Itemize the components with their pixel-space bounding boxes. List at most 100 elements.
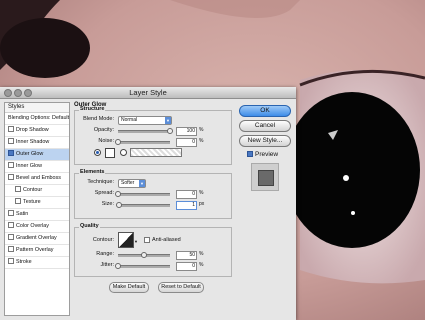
color-overlay-checkbox[interactable] xyxy=(8,222,14,228)
sidebar-item-bevel-emboss[interactable]: Bevel and Emboss xyxy=(5,173,69,185)
drop-shadow-checkbox[interactable] xyxy=(8,126,14,132)
range-label: Range: xyxy=(96,251,114,257)
close-window-icon[interactable] xyxy=(4,89,12,97)
sidebar-item-label: Stroke xyxy=(16,259,32,265)
noise-slider[interactable] xyxy=(115,139,170,145)
sidebar-item-gradient-overlay[interactable]: Gradient Overlay xyxy=(5,233,69,245)
jitter-slider[interactable] xyxy=(115,263,170,269)
contour-checkbox[interactable] xyxy=(15,186,21,192)
sidebar-item-label: Contour xyxy=(23,187,43,193)
inner-shadow-checkbox[interactable] xyxy=(8,138,14,144)
sidebar-item-label: Gradient Overlay xyxy=(16,235,57,241)
size-unit: px xyxy=(199,201,205,207)
minimize-window-icon[interactable] xyxy=(14,89,22,97)
range-row: Range: 50 % xyxy=(78,249,228,260)
technique-label: Technique: xyxy=(87,179,114,185)
technique-value: Softer xyxy=(121,180,135,186)
sidebar-item-stroke[interactable]: Stroke xyxy=(5,257,69,269)
make-default-button[interactable]: Make Default xyxy=(109,282,149,293)
opacity-slider[interactable] xyxy=(118,128,173,134)
elements-group: Elements Technique: Softer ▼ Spread: 0 % … xyxy=(74,169,232,219)
sidebar-item-texture[interactable]: Texture xyxy=(5,197,69,209)
sidebar-item-label: Drop Shadow xyxy=(16,127,49,133)
bevel-emboss-checkbox[interactable] xyxy=(8,174,14,180)
new-style-button[interactable]: New Style... xyxy=(239,135,291,147)
opacity-row: Opacity: 100 % xyxy=(78,125,228,136)
sidebar-item-label: Bevel and Emboss xyxy=(16,175,61,181)
spread-slider[interactable] xyxy=(115,191,170,197)
zoom-window-icon[interactable] xyxy=(24,89,32,97)
sidebar-item-inner-glow[interactable]: Inner Glow xyxy=(5,161,69,173)
size-input[interactable]: 1 xyxy=(176,201,197,210)
sidebar-item-label: Pattern Overlay xyxy=(16,247,54,253)
texture-checkbox[interactable] xyxy=(15,198,21,204)
structure-title: Structure xyxy=(79,106,106,112)
jitter-input[interactable]: 0 xyxy=(176,262,197,271)
blending-options-item[interactable]: Blending Options: Default xyxy=(5,113,69,125)
noise-slider-knob[interactable] xyxy=(115,139,121,145)
sidebar-item-label: Inner Glow xyxy=(16,163,43,169)
opacity-slider-knob[interactable] xyxy=(167,128,173,134)
preview-toggle[interactable]: Preview xyxy=(247,151,278,158)
dialog-title: Layer Style xyxy=(129,88,167,97)
size-slider[interactable] xyxy=(115,202,170,208)
blend-mode-value: Normal xyxy=(121,117,138,123)
sidebar-item-label: Texture xyxy=(23,199,41,205)
satin-checkbox[interactable] xyxy=(8,210,14,216)
ok-button[interactable]: OK xyxy=(239,105,291,117)
jitter-slider-knob[interactable] xyxy=(115,263,121,269)
stroke-checkbox[interactable] xyxy=(8,258,14,264)
chevron-down-icon[interactable]: ▼ xyxy=(134,236,138,247)
sidebar-item-label: Inner Shadow xyxy=(16,139,50,145)
technique-select[interactable]: Softer ▼ xyxy=(118,179,146,188)
anti-aliased-label: Anti-aliased xyxy=(152,237,181,243)
preview-label: Preview xyxy=(255,151,279,158)
anti-aliased-checkbox[interactable] xyxy=(144,237,150,243)
sidebar-item-color-overlay[interactable]: Color Overlay xyxy=(5,221,69,233)
sidebar-item-pattern-overlay[interactable]: Pattern Overlay xyxy=(5,245,69,257)
outer-glow-checkbox[interactable] xyxy=(8,150,14,156)
quality-group: Quality Contour: ▼ Anti-aliased Range: 5… xyxy=(74,223,232,277)
size-slider-knob[interactable] xyxy=(115,202,122,208)
spread-slider-knob[interactable] xyxy=(115,191,121,197)
contour-preview[interactable] xyxy=(118,232,134,248)
sidebar-item-outer-glow[interactable]: Outer Glow xyxy=(5,149,69,161)
sidebar-item-label: Outer Glow xyxy=(16,151,44,157)
noise-input[interactable]: 0 xyxy=(176,138,197,147)
jitter-unit: % xyxy=(199,262,204,268)
spread-input[interactable]: 0 xyxy=(176,190,197,199)
preview-checkbox[interactable] xyxy=(247,151,253,157)
cancel-button[interactable]: Cancel xyxy=(239,120,291,132)
gradient-overlay-checkbox[interactable] xyxy=(8,234,14,240)
range-slider[interactable] xyxy=(118,252,170,258)
sidebar-item-contour[interactable]: Contour xyxy=(5,185,69,197)
sidebar-item-label: Color Overlay xyxy=(16,223,49,229)
pattern-overlay-checkbox[interactable] xyxy=(8,246,14,252)
gradient-radio[interactable] xyxy=(120,149,127,156)
styles-sidebar: Styles Blending Options: Default Drop Sh… xyxy=(4,102,70,316)
opacity-unit: % xyxy=(199,127,204,133)
noise-label: Noise: xyxy=(98,138,114,144)
range-slider-knob[interactable] xyxy=(141,252,147,258)
chevron-down-icon: ▼ xyxy=(139,180,145,187)
jitter-row: Jitter: 0 % xyxy=(78,260,228,271)
blend-mode-select[interactable]: Normal ▼ xyxy=(118,116,172,125)
spread-row: Spread: 0 % xyxy=(78,188,228,199)
chevron-down-icon: ▼ xyxy=(165,117,171,124)
glow-color-swatch[interactable] xyxy=(105,148,115,158)
default-buttons-row: Make Default Reset to Default xyxy=(74,277,232,293)
sidebar-item-satin[interactable]: Satin xyxy=(5,209,69,221)
range-input[interactable]: 50 xyxy=(176,251,197,260)
sidebar-item-inner-shadow[interactable]: Inner Shadow xyxy=(5,137,69,149)
inner-glow-checkbox[interactable] xyxy=(8,162,14,168)
sidebar-item-drop-shadow[interactable]: Drop Shadow xyxy=(5,125,69,137)
spread-label: Spread: xyxy=(94,190,114,196)
opacity-input[interactable]: 100 xyxy=(176,127,197,136)
size-label: Size: xyxy=(101,201,114,207)
styles-header[interactable]: Styles xyxy=(5,103,69,113)
gradient-picker[interactable] xyxy=(130,148,182,157)
layer-style-dialog: Layer Style Styles Blending Options: Def… xyxy=(0,87,296,320)
solid-color-radio[interactable] xyxy=(94,149,101,156)
reset-to-default-button[interactable]: Reset to Default xyxy=(158,282,204,293)
blend-mode-label: Blend Mode: xyxy=(83,116,114,122)
